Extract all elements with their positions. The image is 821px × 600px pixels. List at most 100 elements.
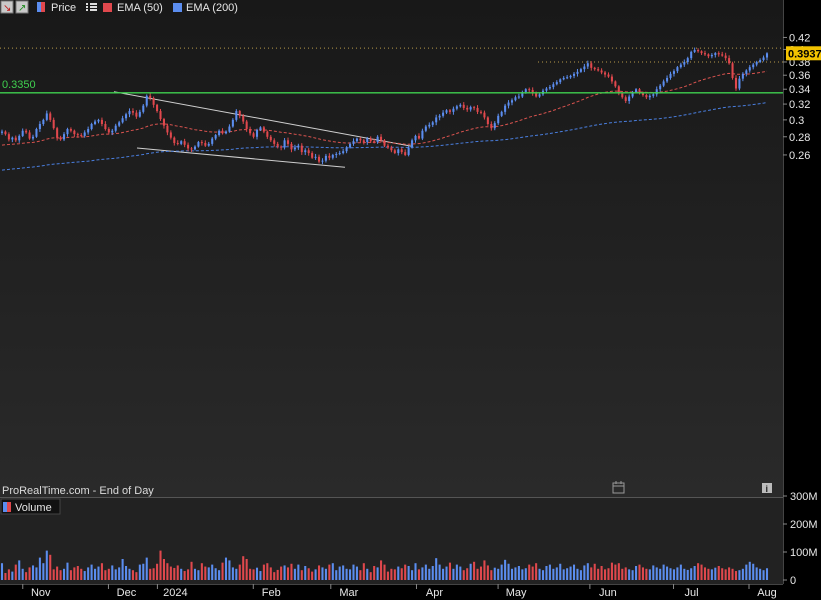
volume-bar: [641, 567, 644, 580]
volume-bar: [755, 567, 758, 580]
ema200-label[interactable]: EMA (200): [186, 2, 238, 14]
volume-bar: [545, 566, 548, 580]
volume-bar: [45, 550, 48, 580]
volume-bar: [321, 567, 324, 580]
volume-bar: [56, 566, 59, 580]
volume-legend: Volume: [0, 498, 61, 515]
volume-bar: [276, 569, 279, 580]
volume-bar: [717, 566, 720, 580]
chart-canvas[interactable]: ↘ ↗ Price EMA (50) EMA (200) 0.420.40.38…: [0, 0, 821, 600]
volume-bar: [621, 568, 624, 580]
time-tick-label: May: [506, 587, 527, 599]
volume-bar: [25, 572, 28, 580]
volume-bar: [593, 563, 596, 580]
volume-bar: [562, 569, 565, 580]
price-panel-background: [0, 0, 783, 497]
ema50-label[interactable]: EMA (50): [117, 2, 163, 14]
volume-bar: [690, 568, 693, 580]
volume-bar: [517, 566, 520, 580]
volume-bar: [283, 565, 286, 580]
volume-bar: [121, 559, 124, 580]
volume-bar: [555, 567, 558, 580]
volume-bar: [328, 564, 331, 580]
price-tick-label: 0.34: [789, 84, 810, 96]
volume-bar: [317, 565, 321, 580]
volume-bar: [438, 564, 441, 580]
volume-bar: [583, 565, 586, 580]
volume-bar: [424, 564, 427, 580]
volume-bar: [707, 568, 710, 580]
volume-bar: [390, 568, 393, 580]
volume-bar: [286, 567, 290, 580]
volume-bar: [548, 564, 551, 580]
volume-bar: [676, 567, 679, 580]
volume-bar: [238, 564, 241, 580]
volume-bar: [645, 568, 648, 580]
volume-bar: [483, 560, 486, 580]
volume-bar: [469, 563, 472, 580]
volume-bar: [273, 572, 276, 580]
volume-bar: [762, 570, 765, 580]
volume-bar: [400, 568, 403, 580]
volume-bar: [628, 569, 631, 580]
price-tick-label: 0.36: [789, 70, 810, 82]
volume-bar: [393, 569, 396, 580]
price-series-label[interactable]: Price: [51, 2, 76, 14]
price-series-icon: [37, 2, 41, 12]
volume-bar: [631, 570, 634, 580]
volume-bar: [307, 568, 310, 580]
volume-bar: [21, 568, 24, 580]
last-price-badge: 0.3937: [786, 46, 821, 61]
volume-bar: [559, 563, 562, 580]
volume-bar: [7, 569, 10, 580]
volume-bar: [514, 567, 517, 580]
svg-text:0.3937: 0.3937: [788, 48, 821, 60]
volume-bar: [249, 568, 252, 580]
volume-bar: [104, 570, 107, 580]
time-tick-label: 2024: [163, 587, 187, 599]
volume-bar: [262, 564, 265, 580]
volume-bar: [576, 568, 579, 580]
volume-bar: [62, 568, 66, 580]
watermark: ProRealTime.com - End of Day: [2, 485, 154, 497]
volume-bar: [738, 570, 741, 580]
candlestick: [731, 61, 734, 80]
volume-bar: [231, 567, 234, 580]
volume-bar: [252, 569, 255, 580]
volume-bar: [242, 556, 245, 580]
chart-window: ↘ ↗ Price EMA (50) EMA (200) 0.420.40.38…: [0, 0, 821, 600]
volume-bar: [211, 564, 214, 580]
volume-bar: [614, 564, 617, 580]
volume-bar: [369, 572, 372, 580]
volume-tick-label: 0: [790, 575, 796, 587]
volume-bar: [293, 568, 296, 580]
indicators-menu-icon[interactable]: [86, 3, 97, 11]
volume-bar: [114, 569, 117, 580]
volume-bar: [610, 562, 613, 580]
volume-bar: [700, 564, 703, 580]
volume-bar: [421, 567, 424, 580]
volume-bar: [507, 563, 510, 580]
volume-bar: [11, 571, 14, 580]
volume-bar: [159, 550, 162, 580]
zoom-in-icon: ↗: [18, 3, 26, 14]
volume-bar: [76, 566, 79, 580]
info-icon[interactable]: i: [762, 483, 772, 494]
volume-bar: [442, 568, 445, 580]
volume-bar: [417, 569, 420, 580]
volume-bar: [652, 565, 655, 580]
price-tick-label: 0.26: [789, 150, 810, 162]
volume-bar: [590, 567, 593, 580]
time-tick-label: Nov: [31, 587, 51, 599]
volume-bar: [280, 566, 283, 580]
volume-bar: [686, 569, 689, 580]
volume-bar: [269, 567, 272, 580]
volume-bar: [724, 569, 727, 580]
volume-bar: [100, 563, 103, 580]
volume-bar: [697, 563, 700, 580]
volume-bar: [462, 570, 465, 580]
time-tick-label: Apr: [426, 587, 443, 599]
volume-bar: [145, 557, 148, 580]
volume-bar: [497, 568, 500, 580]
volume-bar: [14, 564, 17, 580]
